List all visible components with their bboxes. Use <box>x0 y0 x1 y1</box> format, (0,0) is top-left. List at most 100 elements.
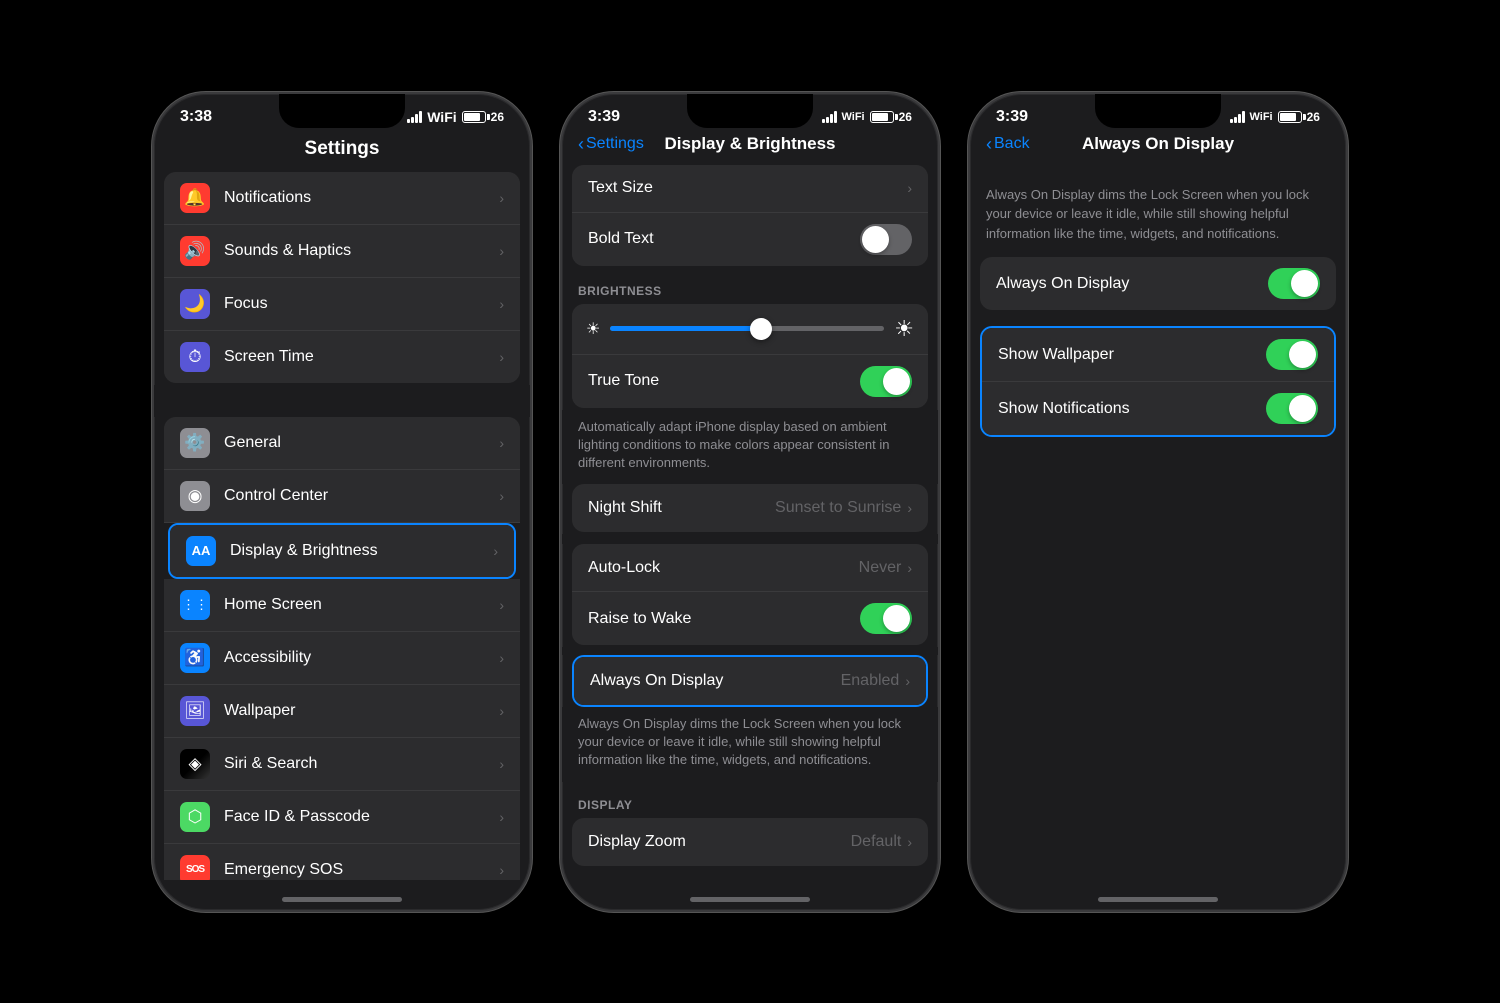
back-label-2: Settings <box>586 135 644 153</box>
show-options-highlighted: Show Wallpaper Show Notifications <box>980 326 1336 437</box>
brightness-slider-row[interactable]: ☀ ☀ <box>572 304 928 354</box>
raise-to-wake-row[interactable]: Raise to Wake <box>572 592 928 645</box>
status-bar-1: 3:38 WiFi 26 <box>154 94 530 134</box>
list-item[interactable]: ♿ Accessibility › <box>164 632 520 685</box>
back-chevron-icon-3: ‹ <box>986 134 992 155</box>
sounds-icon: 🔊 <box>180 236 210 266</box>
list-item[interactable]: ◈ Siri & Search › <box>164 738 520 791</box>
aod-highlighted-row[interactable]: Always On Display Enabled › <box>572 655 928 707</box>
aod-row[interactable]: Always On Display Enabled › <box>574 657 926 705</box>
list-item[interactable]: SOS Emergency SOS › <box>164 844 520 880</box>
list-item[interactable]: ⏱ Screen Time › <box>164 331 520 383</box>
night-shift-row[interactable]: Night Shift Sunset to Sunrise › <box>572 484 928 532</box>
true-tone-toggle[interactable] <box>860 366 912 397</box>
settings-group-2: ⚙️ General › ◉ Control Center › AA Displ… <box>164 417 520 880</box>
list-item[interactable]: 🖼 Wallpaper › <box>164 685 520 738</box>
battery-num-1: 26 <box>491 110 504 124</box>
time-3: 3:39 <box>996 108 1028 126</box>
phone-3: 3:39 WiFi 26 ‹ Back Always On Display <box>968 92 1348 912</box>
show-notifications-toggle[interactable] <box>1266 393 1318 424</box>
battery-icon-2 <box>870 111 894 123</box>
aod-toggle[interactable] <box>1268 268 1320 299</box>
nav-title-3: Always On Display <box>1082 134 1234 154</box>
status-icons-3: WiFi 26 <box>1230 110 1320 124</box>
home-bar-2 <box>690 897 810 902</box>
wifi-icon-1: WiFi <box>427 109 456 125</box>
brightness-group: ☀ ☀ True Tone <box>572 304 928 408</box>
siri-icon: ◈ <box>180 749 210 779</box>
auto-lock-row[interactable]: Auto-Lock Never › <box>572 544 928 592</box>
back-button-3[interactable]: ‹ Back <box>986 134 1030 155</box>
raise-to-wake-toggle[interactable] <box>860 603 912 634</box>
home-bar-1 <box>282 897 402 902</box>
list-item[interactable]: ◉ Control Center › <box>164 470 520 523</box>
list-item[interactable]: ⚙️ General › <box>164 417 520 470</box>
phone-1: 3:38 WiFi 26 Settings 🔔 Notifications › <box>152 92 532 912</box>
display-icon: AA <box>186 536 216 566</box>
signal-icon-3 <box>1230 111 1245 123</box>
aod-toggle-group: Always On Display <box>980 257 1336 310</box>
faceid-icon: ⬡ <box>180 802 210 832</box>
aod-toggle-row[interactable]: Always On Display <box>980 257 1336 310</box>
bold-text-row[interactable]: Bold Text <box>572 213 928 266</box>
phone-2: 3:39 WiFi 26 ‹ Settings Display & Bright… <box>560 92 940 912</box>
battery-icon-1 <box>462 111 486 123</box>
aod-desc-3: Always On Display dims the Lock Screen w… <box>970 165 1346 258</box>
true-tone-row[interactable]: True Tone <box>572 354 928 408</box>
battery-icon-3 <box>1278 111 1302 123</box>
screentime-icon: ⏱ <box>180 342 210 372</box>
battery-num-2: 26 <box>899 110 912 124</box>
controlcenter-icon: ◉ <box>180 481 210 511</box>
brightness-section: BRIGHTNESS ☀ ☀ True Tone <box>562 268 938 485</box>
show-wallpaper-row[interactable]: Show Wallpaper <box>982 328 1334 382</box>
brightness-sun-large-icon: ☀ <box>894 316 914 342</box>
list-item[interactable]: 🔔 Notifications › <box>164 172 520 225</box>
battery-num-3: 26 <box>1307 110 1320 124</box>
signal-icon-2 <box>822 111 837 123</box>
brightness-label: BRIGHTNESS <box>562 268 938 304</box>
screen-2: ‹ Settings Display & Brightness Text Siz… <box>562 134 938 880</box>
page-title-1: Settings <box>154 134 530 172</box>
nav-title-2: Display & Brightness <box>665 134 836 154</box>
display-zoom-row[interactable]: Display Zoom Default › <box>572 818 928 866</box>
back-chevron-icon-2: ‹ <box>578 134 584 155</box>
aod-desc-2: Always On Display dims the Lock Screen w… <box>562 707 938 782</box>
screen-1: Settings 🔔 Notifications › 🔊 Sounds & Ha… <box>154 134 530 880</box>
back-button-2[interactable]: ‹ Settings <box>578 134 644 155</box>
list-item[interactable]: 🌙 Focus › <box>164 278 520 331</box>
display-section-label: DISPLAY <box>562 782 938 818</box>
nav-header-2: ‹ Settings Display & Brightness <box>562 134 938 165</box>
list-item[interactable]: 🔊 Sounds & Haptics › <box>164 225 520 278</box>
group-separator <box>154 385 530 417</box>
status-bar-3: 3:39 WiFi 26 <box>970 94 1346 134</box>
wifi-icon-2: WiFi <box>842 111 865 123</box>
screen-3: ‹ Back Always On Display Always On Displ… <box>970 134 1346 880</box>
accessibility-icon: ♿ <box>180 643 210 673</box>
show-options-container: Show Wallpaper Show Notifications <box>970 326 1346 437</box>
homescreen-icon: ⋮⋮ <box>180 590 210 620</box>
home-bar-3 <box>1098 897 1218 902</box>
status-icons-2: WiFi 26 <box>822 110 912 124</box>
list-item[interactable]: ⋮⋮ Home Screen › <box>164 579 520 632</box>
bold-text-toggle[interactable] <box>860 224 912 255</box>
time-2: 3:39 <box>588 108 620 126</box>
text-group: Text Size › Bold Text <box>572 165 928 266</box>
status-icons-1: WiFi 26 <box>407 109 504 125</box>
text-size-row[interactable]: Text Size › <box>572 165 928 213</box>
general-icon: ⚙️ <box>180 428 210 458</box>
notifications-icon: 🔔 <box>180 183 210 213</box>
night-shift-group: Night Shift Sunset to Sunrise › <box>572 484 928 532</box>
wallpaper-icon: 🖼 <box>180 696 210 726</box>
focus-icon: 🌙 <box>180 289 210 319</box>
display-brightness-selected[interactable]: AA Display & Brightness › <box>168 523 516 579</box>
list-item[interactable]: ⬡ Face ID & Passcode › <box>164 791 520 844</box>
true-tone-desc: Automatically adapt iPhone display based… <box>562 410 938 485</box>
brightness-slider[interactable] <box>610 326 884 331</box>
phones-container: 3:38 WiFi 26 Settings 🔔 Notifications › <box>152 92 1348 912</box>
show-wallpaper-toggle[interactable] <box>1266 339 1318 370</box>
display-zoom-group: Display Zoom Default › <box>572 818 928 866</box>
time-1: 3:38 <box>180 108 212 126</box>
show-notifications-row[interactable]: Show Notifications <box>982 382 1334 435</box>
sos-icon: SOS <box>180 855 210 880</box>
back-label-3: Back <box>994 135 1030 153</box>
